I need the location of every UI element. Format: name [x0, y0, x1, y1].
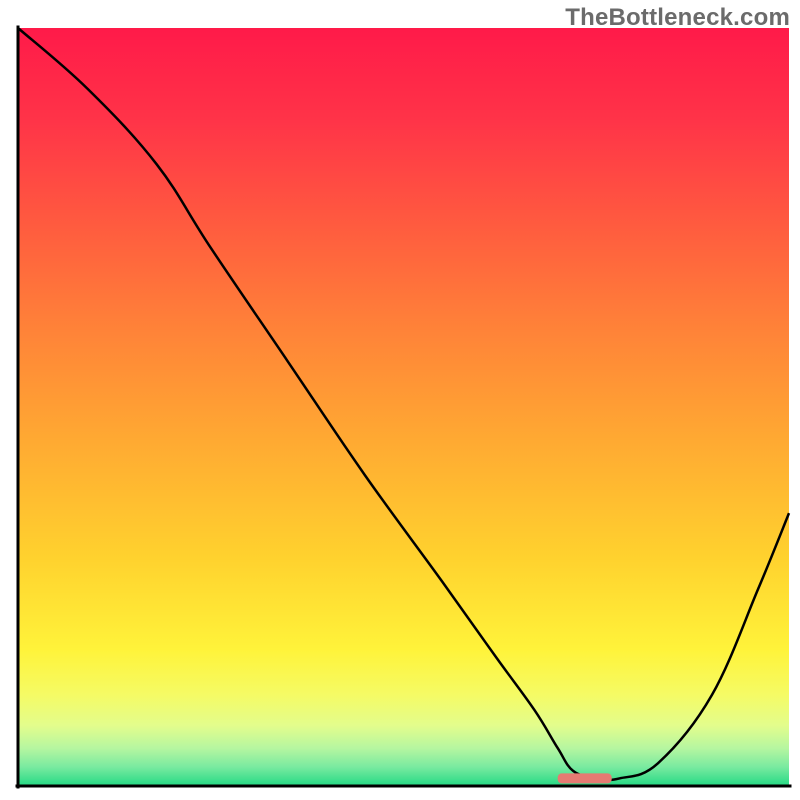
minimum-marker — [558, 773, 612, 783]
bottleneck-curve — [18, 28, 789, 780]
curve-layer — [0, 0, 800, 800]
chart-container: TheBottleneck.com — [0, 0, 800, 800]
